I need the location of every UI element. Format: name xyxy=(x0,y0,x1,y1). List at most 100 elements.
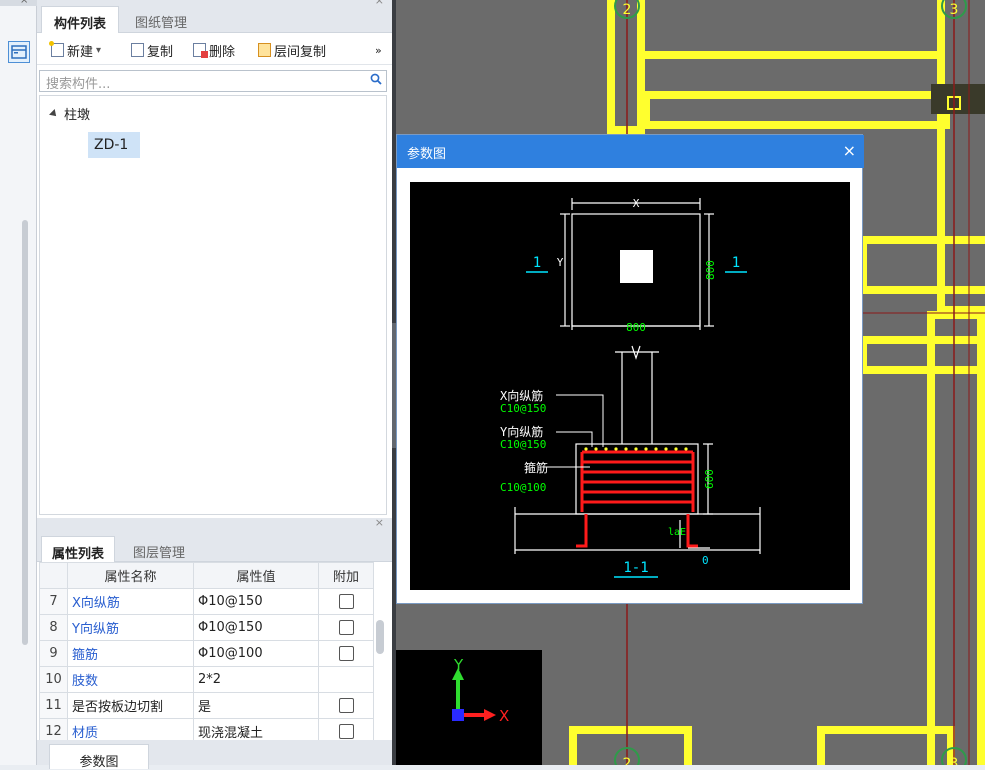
tab-drawing-management[interactable]: 图纸管理 xyxy=(123,6,199,33)
column-header-num xyxy=(39,562,68,589)
extra-cell xyxy=(318,640,374,667)
property-value[interactable]: 是 xyxy=(193,692,319,719)
tab-layer-management[interactable]: 图层管理 xyxy=(123,536,195,562)
table-row[interactable]: 9 箍筋 Φ10@100 xyxy=(39,640,374,667)
expand-arrow-icon[interactable] xyxy=(49,108,59,119)
extra-checkbox[interactable] xyxy=(338,698,354,713)
label-x-rebar: X向纵筋 xyxy=(500,388,543,403)
window-icon-glyph xyxy=(11,45,27,59)
tab-property-list[interactable]: 属性列表 xyxy=(41,536,116,562)
plan-height-label: 800 xyxy=(704,260,717,280)
label-y-rebar: Y向纵筋 xyxy=(500,424,543,439)
left-collapsed-strip: × xyxy=(0,0,37,765)
property-name: 肢数 xyxy=(67,666,194,693)
ucs-y-label: Y xyxy=(453,656,464,674)
column-header-value: 属性值 xyxy=(193,562,319,589)
extra-cell xyxy=(318,692,374,719)
floor-copy-button[interactable]: 层间复制 xyxy=(258,41,327,60)
delete-button[interactable]: 删除 xyxy=(193,41,236,60)
dialog-title: 参数图 xyxy=(407,147,447,162)
copy-icon xyxy=(131,43,144,57)
section-height-label: 600 xyxy=(703,469,716,489)
label-stirrup-spec: C10@100 xyxy=(500,481,546,494)
property-name: Y向纵筋 xyxy=(67,614,194,641)
rebar-symbol: Φ xyxy=(198,646,209,661)
property-rows: 7 X向纵筋 Φ10@150 8 Y向纵筋 Φ10@150 9 箍筋 Φ10@100 10 肢数 2*… xyxy=(39,588,374,745)
property-value[interactable]: Φ10@150 xyxy=(193,614,319,641)
table-header-row: 属性名称 属性值 附加 xyxy=(39,562,374,589)
extra-cell xyxy=(318,666,374,693)
extra-cell xyxy=(318,614,374,641)
zero-label: 0 xyxy=(702,554,709,567)
property-value-text: 是 xyxy=(198,700,212,715)
property-value-text: 10@150 xyxy=(208,594,263,609)
plan-x-label: X xyxy=(633,197,640,210)
rebar-symbol: Φ xyxy=(198,620,209,635)
property-value[interactable]: Φ10@150 xyxy=(193,588,319,615)
component-panel: 构件列表 图纸管理 × 新建 ▾ 复制 删除 层间复制 » 搜索构件... 柱墩 xyxy=(37,0,392,770)
search-icon[interactable] xyxy=(370,73,382,85)
delete-icon xyxy=(193,43,208,58)
plan-width-label: 800 xyxy=(626,321,646,334)
strip-scrollbar[interactable] xyxy=(22,220,28,645)
axis-label-top-3: 3 xyxy=(950,2,959,18)
property-value[interactable]: Φ10@100 xyxy=(193,640,319,667)
strip-close-icon[interactable]: × xyxy=(20,0,28,6)
more-tools-icon[interactable]: » xyxy=(375,41,382,59)
plan-y-label: Y xyxy=(557,256,564,269)
search-input[interactable]: 搜索构件... xyxy=(46,73,110,92)
extra-checkbox[interactable] xyxy=(338,620,354,635)
section-mark-right: 1 xyxy=(732,255,740,271)
table-row[interactable]: 7 X向纵筋 Φ10@150 xyxy=(39,588,374,615)
tree-node-root[interactable]: 柱墩 xyxy=(49,104,91,123)
delete-label: 删除 xyxy=(209,44,236,60)
property-value-text: 10@150 xyxy=(208,620,263,635)
column-header-extra: 附加 xyxy=(318,562,374,589)
row-number: 10 xyxy=(39,666,68,693)
axis-label-bottom-2: 2 xyxy=(623,756,632,765)
dialog-titlebar[interactable]: 参数图 × xyxy=(397,135,864,168)
table-row[interactable]: 10 肢数 2*2 xyxy=(39,666,374,693)
extra-checkbox[interactable] xyxy=(338,594,354,609)
tree-node-zd1[interactable]: ZD-1 xyxy=(88,132,140,158)
row-number: 8 xyxy=(39,614,68,641)
tab-parameter-diagram[interactable]: 参数图 xyxy=(49,744,149,770)
copy-label: 复制 xyxy=(147,44,174,60)
property-name: 是否按板边切割 xyxy=(67,692,194,719)
component-panel-close-icon[interactable]: × xyxy=(375,0,384,7)
tab-component-list[interactable]: 构件列表 xyxy=(41,6,120,33)
dialog-close-icon[interactable]: × xyxy=(843,141,856,160)
property-value-text: 现浇混凝土 xyxy=(198,726,264,741)
copy-button[interactable]: 复制 xyxy=(131,41,174,60)
table-row[interactable]: 8 Y向纵筋 Φ10@150 xyxy=(39,614,374,641)
ucs-x-label: X xyxy=(499,707,509,725)
property-value[interactable]: 2*2 xyxy=(193,666,319,693)
search-box[interactable]: 搜索构件... xyxy=(39,70,387,92)
property-panel-close-icon[interactable]: × xyxy=(375,516,384,529)
parameter-drawing: X Y 800 800 1 1 X向纵筋 C10@150 Y向纵筋 C10@15… xyxy=(410,182,850,590)
table-row[interactable]: 11 是否按板边切割是 xyxy=(39,692,374,719)
section-title: 1-1 xyxy=(623,560,648,576)
component-toolbar: 新建 ▾ 复制 删除 层间复制 » xyxy=(37,33,392,65)
property-tabs: 属性列表 图层管理 xyxy=(37,534,392,562)
rebar-symbol: Φ xyxy=(198,594,209,609)
new-dropdown-icon[interactable]: ▾ xyxy=(96,45,101,56)
extra-checkbox[interactable] xyxy=(338,724,354,739)
row-number: 7 xyxy=(39,588,68,615)
property-scrollbar[interactable] xyxy=(376,620,384,654)
strip-header xyxy=(0,0,37,6)
section-view xyxy=(514,345,761,554)
window-icon[interactable] xyxy=(8,41,30,63)
plan-column xyxy=(620,250,653,283)
parameter-dialog: 参数图 × X Y 800 800 1 1 X向纵筋 C10@150 Y向纵筋 … xyxy=(396,134,864,604)
component-tabs: 构件列表 图纸管理 × xyxy=(37,0,392,33)
label-x-rebar-spec: C10@150 xyxy=(500,402,546,415)
panel-separator: × xyxy=(37,516,392,534)
tree-root-label: 柱墩 xyxy=(64,108,91,123)
new-button[interactable]: 新建 ▾ xyxy=(49,41,101,60)
floor-copy-label: 层间复制 xyxy=(274,44,327,60)
property-value-text: 2*2 xyxy=(198,672,222,687)
row-number: 11 xyxy=(39,692,68,719)
rebar-dots xyxy=(584,447,688,451)
extra-checkbox[interactable] xyxy=(338,646,354,661)
